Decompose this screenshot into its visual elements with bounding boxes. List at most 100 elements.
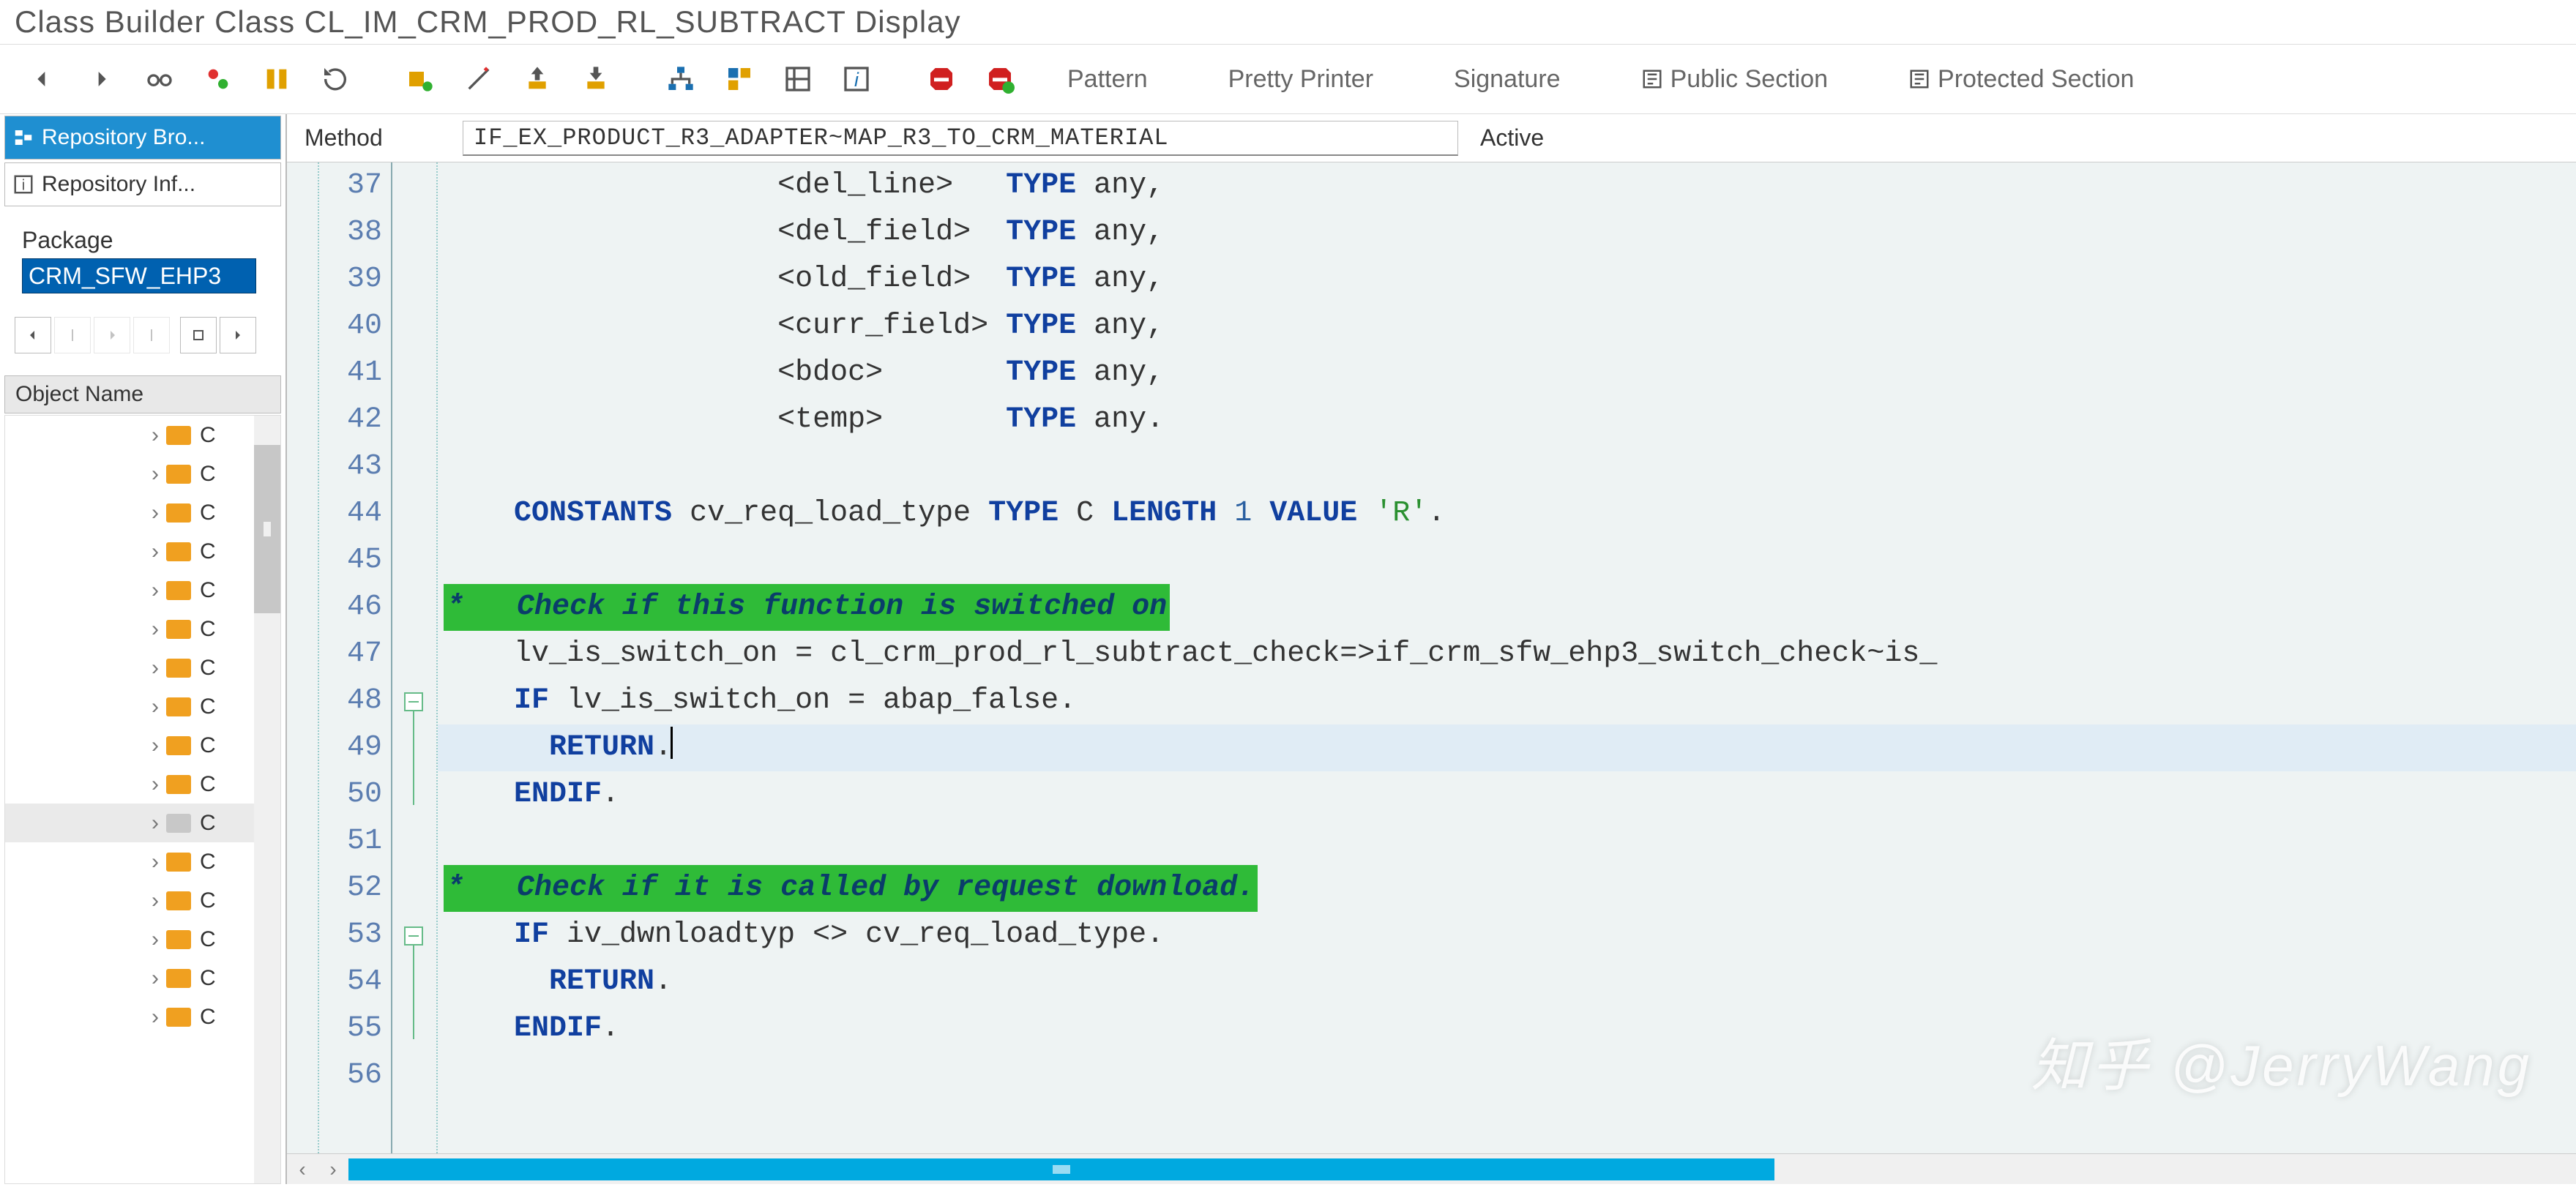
wand-icon[interactable] — [458, 59, 499, 100]
back-button[interactable] — [22, 59, 63, 100]
code-line[interactable]: RETURN. — [438, 959, 2576, 1006]
pattern-button[interactable]: Pattern — [1067, 65, 1148, 94]
nav-more[interactable] — [180, 317, 217, 353]
public-section-button[interactable]: Public Section — [1641, 65, 1828, 94]
code-line[interactable] — [438, 1052, 2576, 1099]
tree-row[interactable]: ›C — [5, 765, 280, 804]
tree-row[interactable]: ›C — [5, 726, 280, 765]
activate-icon[interactable] — [198, 59, 239, 100]
tree-row[interactable]: ›C — [5, 997, 280, 1036]
step-out-icon[interactable] — [517, 59, 558, 100]
pretty-printer-button[interactable]: Pretty Printer — [1228, 65, 1373, 94]
tree-row[interactable]: ›C — [5, 610, 280, 648]
protected-section-button[interactable]: Protected Section — [1908, 65, 2134, 94]
glasses-icon[interactable] — [139, 59, 180, 100]
folder-icon — [166, 736, 191, 755]
refresh-icon[interactable] — [315, 59, 356, 100]
code-area[interactable]: 3738394041424344454647484950515253545556… — [287, 162, 2576, 1153]
tree-row[interactable]: ›C — [5, 416, 280, 454]
package-input[interactable] — [22, 258, 256, 293]
code-line[interactable]: CONSTANTS cv_req_load_type TYPE C LENGTH… — [438, 490, 2576, 537]
breakpoint-icon[interactable] — [400, 59, 441, 100]
tree-row[interactable]: ›C — [5, 804, 280, 842]
code-line[interactable] — [438, 818, 2576, 865]
code-line[interactable]: RETURN. — [438, 724, 2576, 771]
fold-toggle[interactable] — [404, 692, 423, 711]
chevron-right-icon: › — [152, 888, 159, 913]
stop-icon[interactable] — [921, 59, 962, 100]
tree-item-label: C — [200, 888, 216, 913]
code-line[interactable]: IF lv_is_switch_on = abap_false. — [438, 678, 2576, 724]
editor: Method IF_EX_PRODUCT_R3_ADAPTER~MAP_R3_T… — [287, 114, 2576, 1184]
code-line[interactable] — [438, 443, 2576, 490]
layout-icon[interactable] — [777, 59, 818, 100]
code-line[interactable]: <del_field> TYPE any, — [438, 209, 2576, 256]
fold-gutter[interactable] — [392, 162, 438, 1153]
tree-row[interactable]: ›C — [5, 571, 280, 610]
tree-row[interactable]: ›C — [5, 920, 280, 959]
scroll-track[interactable] — [348, 1158, 2576, 1180]
code-line[interactable]: ENDIF. — [438, 771, 2576, 818]
signature-button[interactable]: Signature — [1454, 65, 1561, 94]
folder-icon — [166, 1008, 191, 1027]
tree-scroll-thumb[interactable] — [254, 445, 280, 613]
scroll-left[interactable]: ‹ — [287, 1154, 318, 1185]
tree-row[interactable]: ›C — [5, 493, 280, 532]
columns-icon[interactable] — [256, 59, 297, 100]
folder-icon — [166, 814, 191, 833]
tree-row[interactable]: ›C — [5, 881, 280, 920]
horizontal-scrollbar[interactable]: ‹ › — [287, 1153, 2576, 1184]
where-used-icon[interactable] — [719, 59, 760, 100]
nav-expand[interactable] — [220, 317, 256, 353]
tree-row[interactable]: ›C — [5, 454, 280, 493]
info-icon[interactable]: i — [836, 59, 877, 100]
fold-toggle[interactable] — [404, 926, 423, 946]
stop-add-icon[interactable] — [979, 59, 1020, 100]
tree-item-label: C — [200, 578, 216, 603]
code-line[interactable]: * Check if it is called by request downl… — [438, 865, 2576, 912]
hierarchy-icon[interactable] — [660, 59, 701, 100]
method-label: Method — [287, 124, 463, 151]
code-line[interactable]: <old_field> TYPE any, — [438, 256, 2576, 303]
tree-item-label: C — [200, 462, 216, 487]
code-line[interactable]: ENDIF. — [438, 1006, 2576, 1052]
code-line[interactable]: lv_is_switch_on = cl_crm_prod_rl_subtrac… — [438, 631, 2576, 678]
folder-icon — [166, 697, 191, 716]
object-tree[interactable]: ›C›C›C›C›C›C›C›C›C›C›C›C›C›C›C›C — [4, 415, 281, 1184]
scroll-thumb[interactable] — [348, 1158, 1774, 1180]
tree-header: Object Name — [4, 375, 281, 413]
forward-button[interactable] — [81, 59, 122, 100]
tree-row[interactable]: ›C — [5, 648, 280, 687]
tree-row[interactable]: ›C — [5, 842, 280, 881]
chevron-right-icon: › — [152, 462, 159, 487]
tree-vertical-scrollbar[interactable] — [254, 416, 280, 1183]
folder-icon — [166, 659, 191, 678]
step-in-icon[interactable] — [575, 59, 616, 100]
tree-row[interactable]: ›C — [5, 959, 280, 997]
window-title: Class Builder Class CL_IM_CRM_PROD_RL_SU… — [0, 0, 2576, 44]
nav-arrows — [15, 317, 278, 353]
code-line[interactable]: <temp> TYPE any. — [438, 397, 2576, 443]
code-line[interactable]: <bdoc> TYPE any, — [438, 350, 2576, 397]
code-line[interactable] — [438, 537, 2576, 584]
scroll-right[interactable]: › — [318, 1154, 348, 1185]
chevron-right-icon: › — [152, 772, 159, 797]
tree-row[interactable]: ›C — [5, 532, 280, 571]
folder-icon — [166, 853, 191, 872]
tab-repository-info[interactable]: i Repository Inf... — [4, 162, 281, 206]
tree-item-label: C — [200, 656, 216, 681]
code-lines[interactable]: <del_line> TYPE any, <del_field> TYPE an… — [438, 162, 2576, 1153]
code-line[interactable]: <curr_field> TYPE any, — [438, 303, 2576, 350]
chevron-right-icon: › — [152, 578, 159, 603]
code-line[interactable]: <del_line> TYPE any, — [438, 162, 2576, 209]
svg-text:i: i — [22, 178, 25, 194]
tree-row[interactable]: ›C — [5, 687, 280, 726]
nav-next[interactable] — [94, 317, 130, 353]
chevron-right-icon: › — [152, 501, 159, 525]
tab-repository-browser[interactable]: Repository Bro... — [4, 116, 281, 160]
code-line[interactable]: * Check if this function is switched on — [438, 584, 2576, 631]
chevron-right-icon: › — [152, 966, 159, 991]
method-name-field[interactable]: IF_EX_PRODUCT_R3_ADAPTER~MAP_R3_TO_CRM_M… — [463, 121, 1458, 156]
code-line[interactable]: IF iv_dwnloadtyp <> cv_req_load_type. — [438, 912, 2576, 959]
nav-prev[interactable] — [15, 317, 51, 353]
